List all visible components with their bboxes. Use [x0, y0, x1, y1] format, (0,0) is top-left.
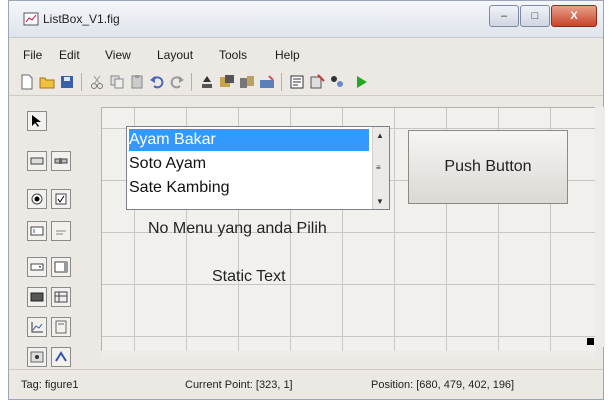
static-text-label[interactable]: Static Text [212, 268, 286, 286]
guide-window: ListBox_V1.fig – □ X File Edit View Layo… [8, 0, 605, 400]
figure-icon [23, 12, 39, 26]
toggle-button-tool-icon[interactable] [27, 287, 47, 307]
menu-file[interactable]: File [23, 48, 42, 62]
minimize-button[interactable]: – [489, 5, 519, 27]
window-title: ListBox_V1.fig [43, 12, 120, 26]
popup-menu-tool-icon[interactable] [27, 257, 47, 277]
tab-order-icon[interactable] [239, 74, 255, 90]
redo-icon[interactable] [169, 74, 185, 90]
save-icon[interactable] [59, 74, 75, 90]
menu-help[interactable]: Help [275, 48, 300, 62]
static-text-choice[interactable]: No Menu yang anda Pilih [148, 220, 327, 238]
copy-icon[interactable] [109, 74, 125, 90]
listbox-item[interactable]: Soto Ayam [129, 153, 369, 175]
new-icon[interactable] [19, 74, 35, 90]
layout-canvas[interactable]: Ayam Bakar Soto Ayam Sate Kambing ▲ ≡ ▼ … [101, 107, 596, 352]
menu-view[interactable]: View [105, 48, 131, 62]
menu-tools[interactable]: Tools [219, 48, 247, 62]
listbox-scrollbar[interactable]: ▲ ≡ ▼ [372, 127, 389, 209]
scroll-up-icon[interactable]: ▲ [376, 131, 384, 140]
push-button-tool-icon[interactable] [27, 151, 47, 171]
maximize-button[interactable]: □ [520, 5, 550, 27]
component-palette [21, 111, 101, 367]
toolbar-editor-icon[interactable] [259, 74, 275, 90]
button-group-tool-icon[interactable] [27, 347, 47, 367]
listbox-tool-icon[interactable] [51, 257, 71, 277]
menu-editor-icon[interactable] [219, 74, 235, 90]
status-bar: Tag: figure1 Current Point: [323, 1] Pos… [9, 369, 603, 398]
menu-edit[interactable]: Edit [59, 48, 80, 62]
table-tool-icon[interactable] [51, 287, 71, 307]
status-position: Position: [680, 479, 402, 196] [371, 379, 515, 391]
edit-text-tool-icon[interactable] [27, 221, 47, 241]
axes-tool-icon[interactable] [27, 317, 47, 337]
title-bar: ListBox_V1.fig – □ X [9, 1, 603, 38]
property-inspector-icon[interactable] [309, 74, 325, 90]
toolbar [9, 67, 603, 96]
open-icon[interactable] [39, 74, 55, 90]
canvas-horizontal-scrollbar[interactable] [101, 351, 595, 359]
align-icon[interactable] [199, 74, 215, 90]
object-browser-icon[interactable] [329, 74, 345, 90]
static-text-tool-icon[interactable] [51, 221, 71, 241]
menu-bar: File Edit View Layout Tools Help [9, 41, 603, 63]
close-button[interactable]: X [551, 5, 597, 27]
menu-listbox[interactable]: Ayam Bakar Soto Ayam Sate Kambing ▲ ≡ ▼ [126, 126, 390, 210]
slider-tool-icon[interactable] [51, 151, 71, 171]
listbox-item[interactable]: Sate Kambing [129, 177, 369, 199]
scroll-thumb-icon[interactable]: ≡ [376, 163, 381, 172]
activex-tool-icon[interactable] [51, 347, 71, 367]
mfile-editor-icon[interactable] [289, 74, 305, 90]
push-button[interactable]: Push Button [408, 130, 568, 204]
panel-tool-icon[interactable] [51, 317, 71, 337]
cut-icon[interactable] [89, 74, 105, 90]
status-current-point: Current Point: [323, 1] [185, 379, 293, 391]
resize-handle[interactable] [587, 338, 594, 345]
radio-button-tool-icon[interactable] [27, 189, 47, 209]
checkbox-tool-icon[interactable] [51, 189, 71, 209]
run-icon[interactable] [353, 74, 369, 90]
select-tool-icon[interactable] [27, 111, 47, 131]
paste-icon[interactable] [129, 74, 145, 90]
canvas-vertical-scrollbar[interactable] [595, 107, 605, 347]
listbox-item[interactable]: Ayam Bakar [129, 129, 369, 151]
status-tag: Tag: figure1 [21, 379, 79, 391]
scroll-down-icon[interactable]: ▼ [376, 197, 384, 206]
undo-icon[interactable] [149, 74, 165, 90]
menu-layout[interactable]: Layout [157, 48, 193, 62]
